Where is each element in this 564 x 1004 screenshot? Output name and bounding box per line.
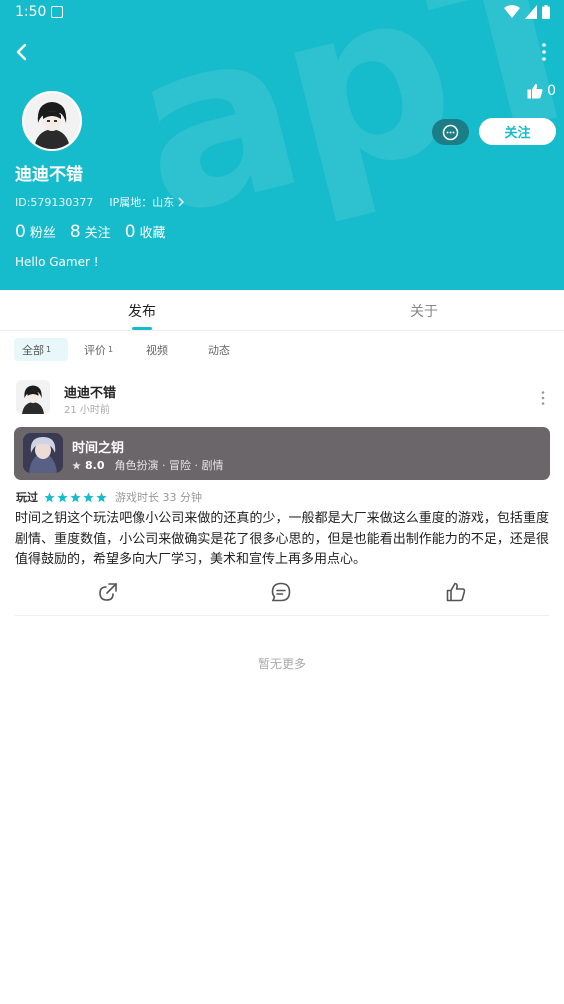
wifi-icon [504, 5, 520, 18]
active-tab-indicator [132, 327, 152, 330]
message-button[interactable] [432, 119, 469, 145]
filter-label: 视频 [146, 343, 168, 357]
back-icon[interactable] [10, 40, 34, 64]
stat-value: 8 [69, 222, 81, 242]
star-icon [70, 492, 81, 502]
chevron-right-icon [178, 197, 185, 207]
status-bar: 1:50 [0, 0, 564, 26]
tab-about[interactable]: 关于 [410, 301, 438, 321]
likes-counter[interactable]: 0 [527, 83, 556, 99]
chat-bubble-icon [442, 124, 459, 140]
avatar-image [16, 380, 50, 414]
filter-label: 动态 [208, 343, 230, 357]
post-actions [15, 578, 549, 616]
battery-icon [542, 5, 550, 19]
share-icon[interactable] [97, 581, 119, 603]
star-icon [44, 492, 55, 502]
game-tags: 角色扮演 · 冒险 · 剧情 [114, 459, 224, 472]
content-tabs: 发布 关于 [0, 290, 564, 331]
ip-location-text: IP属地：山东 [109, 196, 175, 209]
stat-followers[interactable]: 0 粉丝 [15, 222, 56, 242]
star-icon [72, 460, 81, 469]
filter-chips: 全部 1 评价 1 视频 动态 [14, 338, 254, 361]
star-icon [83, 492, 94, 502]
stat-value: 0 [124, 222, 136, 242]
thumbs-up-icon [527, 83, 543, 99]
stat-following[interactable]: 8 关注 [70, 222, 111, 242]
filter-moments[interactable]: 动态 [200, 338, 254, 361]
avatar-image [24, 93, 80, 149]
stat-label: 关注 [84, 226, 111, 241]
notification-icon [51, 6, 63, 18]
likes-count: 0 [547, 83, 556, 99]
ip-location[interactable]: IP属地：山东 [109, 194, 185, 210]
post-author-avatar[interactable] [16, 380, 50, 414]
profile-username: 迪迪不错 [15, 165, 83, 185]
tab-publish[interactable]: 发布 [128, 301, 156, 321]
profile-bio: Hello Gamer ! [15, 255, 99, 269]
game-icon [23, 433, 63, 473]
review-text[interactable]: 时间之钥这个玩法吧像小公司来做的还真的少，一般都是大厂来做这么重度的游戏，包括重… [15, 509, 549, 571]
stat-favorites[interactable]: 0 收藏 [125, 222, 166, 242]
user-id: ID:579130377 [15, 195, 94, 209]
more-vertical-icon[interactable] [540, 42, 548, 62]
filter-all[interactable]: 全部 1 [14, 338, 68, 361]
filter-videos[interactable]: 视频 [138, 338, 192, 361]
like-icon[interactable] [445, 581, 467, 603]
filter-count: 1 [108, 345, 114, 354]
game-title: 时间之钥 [72, 441, 125, 456]
filter-count: 1 [46, 345, 52, 354]
signal-icon [525, 5, 537, 19]
status-icons [504, 5, 550, 19]
profile-header: apTap 1:50 0 关注 迪迪不错 ID:579130377 IP属地：山… [0, 0, 564, 290]
avatar[interactable] [22, 91, 82, 151]
played-label: 玩过 [16, 491, 38, 504]
comment-icon[interactable] [270, 581, 292, 603]
profile-id-row: ID:579130377 IP属地：山东 [15, 194, 185, 210]
profile-stats: 0 粉丝 8 关注 0 收藏 [15, 222, 166, 242]
play-duration: 游戏时长 33 分钟 [115, 491, 202, 504]
game-score: 8.0 [85, 458, 105, 472]
game-meta: 8.0 角色扮演 · 冒险 · 剧情 [72, 457, 223, 473]
star-icon [96, 492, 107, 502]
rating-stars [44, 492, 107, 503]
no-more-text: 暂无更多 [257, 657, 306, 671]
game-cover-image [23, 433, 63, 473]
post-more-icon[interactable] [540, 390, 546, 406]
follow-button[interactable]: 关注 [479, 118, 556, 145]
game-card[interactable]: 时间之钥 8.0 角色扮演 · 冒险 · 剧情 [14, 427, 550, 480]
post-author-name[interactable]: 迪迪不错 [64, 382, 116, 401]
filter-label: 全部 [22, 343, 44, 357]
stat-label: 粉丝 [29, 226, 56, 241]
filter-label: 评价 [84, 343, 106, 357]
filter-reviews[interactable]: 评价 1 [76, 338, 130, 361]
rating-row: 玩过 游戏时长 33 分钟 [16, 489, 202, 505]
status-time: 1:50 [15, 4, 47, 20]
stat-value: 0 [15, 222, 26, 242]
post-timestamp: 21 小时前 [64, 405, 110, 416]
star-icon [57, 492, 68, 502]
stat-label: 收藏 [139, 226, 166, 241]
